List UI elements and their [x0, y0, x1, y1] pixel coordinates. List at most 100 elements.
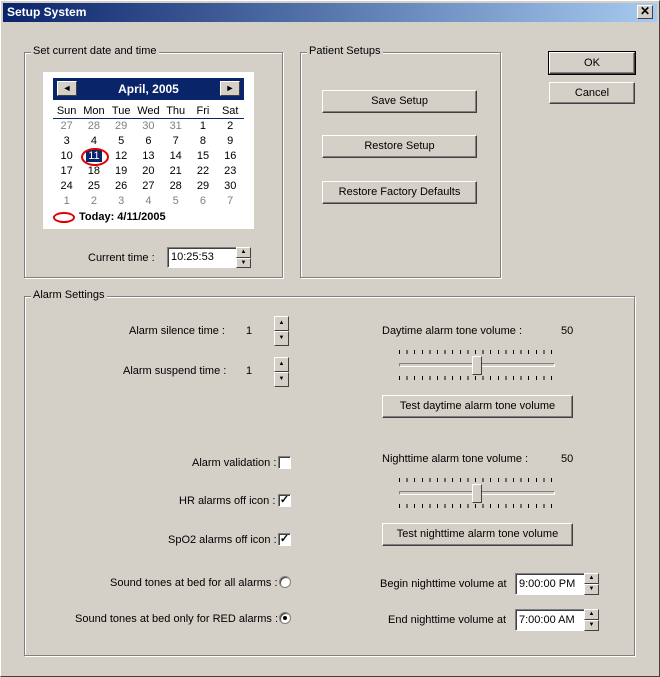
alarm-silence-value: 1: [246, 325, 253, 337]
calendar-day[interactable]: 5: [162, 194, 189, 209]
calendar-day[interactable]: 28: [162, 179, 189, 194]
calendar-day[interactable]: 11: [80, 148, 110, 166]
today-circle-icon: [53, 211, 75, 223]
nighttime-volume-value: 50: [561, 453, 574, 465]
calendar-day[interactable]: 9: [217, 134, 244, 149]
calendar-day[interactable]: 7: [217, 194, 244, 209]
spin-up-icon[interactable]: ▲: [274, 357, 289, 372]
calendar-day[interactable]: 20: [135, 164, 162, 179]
calendar-day[interactable]: 15: [189, 149, 216, 164]
calendar-day[interactable]: 12: [108, 149, 135, 164]
calendar-day[interactable]: 26: [108, 179, 135, 194]
test-nighttime-volume-button[interactable]: Test nighttime alarm tone volume: [382, 523, 573, 546]
spin-down-icon[interactable]: ▼: [236, 257, 251, 268]
calendar-day-number: 22: [196, 165, 210, 177]
calendar-day[interactable]: 29: [108, 119, 135, 134]
calendar-day-number: 28: [169, 180, 182, 192]
slider-thumb[interactable]: [472, 484, 482, 503]
calendar-day[interactable]: 1: [53, 194, 80, 209]
alarm-validation-label: Alarm validation :: [192, 457, 277, 469]
calendar-day[interactable]: 6: [135, 134, 162, 149]
calendar-day[interactable]: 30: [217, 179, 244, 194]
daytime-volume-slider[interactable]: [399, 350, 555, 380]
patient-setups-group: Patient Setups: [300, 45, 501, 278]
month-calendar[interactable]: ◄ April, 2005 ► Sun Mon Tue Wed Thu Fri Sat 27 2…: [43, 72, 254, 229]
calendar-day[interactable]: 19: [108, 164, 135, 179]
spin-down-icon[interactable]: ▼: [584, 620, 599, 631]
restore-factory-defaults-button[interactable]: Restore Factory Defaults: [322, 181, 477, 204]
calendar-day[interactable]: 24: [53, 179, 80, 194]
current-time-field[interactable]: 10:25:53: [167, 247, 237, 268]
calendar-day-number: 6: [199, 195, 207, 207]
nighttime-volume-slider[interactable]: [399, 478, 555, 508]
calendar-day[interactable]: 7: [162, 134, 189, 149]
end-nighttime-field[interactable]: 7:00:00 AM: [515, 609, 585, 631]
restore-setup-button[interactable]: Restore Setup: [322, 135, 477, 158]
calendar-day[interactable]: 1: [189, 119, 216, 134]
calendar-day[interactable]: 10: [53, 149, 80, 164]
begin-nighttime-field[interactable]: 9:00:00 PM: [515, 573, 585, 595]
calendar-day[interactable]: 28: [80, 119, 107, 134]
calendar-day[interactable]: 21: [162, 164, 189, 179]
alarm-validation-checkbox[interactable]: [278, 456, 291, 469]
calendar-day[interactable]: 3: [108, 194, 135, 209]
calendar-day[interactable]: 25: [80, 179, 107, 194]
slider-thumb[interactable]: [472, 356, 482, 375]
test-daytime-volume-button[interactable]: Test daytime alarm tone volume: [382, 395, 573, 418]
spin-up-icon[interactable]: ▲: [584, 573, 599, 584]
current-time-label: Current time :: [88, 252, 155, 264]
calendar-day[interactable]: 5: [108, 134, 135, 149]
calendar-day-number: 3: [63, 135, 70, 147]
end-nighttime-spinner[interactable]: ▲ ▼: [584, 609, 599, 631]
spin-up-icon[interactable]: ▲: [584, 609, 599, 620]
calendar-day[interactable]: 2: [217, 119, 244, 134]
calendar-day-number: 5: [172, 195, 179, 207]
calendar-day[interactable]: 27: [135, 179, 162, 194]
calendar-day[interactable]: 13: [135, 149, 162, 164]
alarm-suspend-spinner[interactable]: ▲ ▼: [274, 357, 289, 387]
close-icon[interactable]: ✕: [637, 5, 653, 19]
calendar-today-line[interactable]: Today: 4/11/2005: [53, 211, 166, 223]
spin-up-icon[interactable]: ▲: [236, 247, 251, 258]
alarm-silence-spinner[interactable]: ▲ ▼: [274, 316, 289, 346]
daytime-volume-value: 50: [561, 325, 574, 337]
calendar-day[interactable]: 8: [189, 134, 216, 149]
calendar-day[interactable]: 17: [53, 164, 80, 179]
calendar-day[interactable]: 31: [162, 119, 189, 134]
calendar-today-text: Today: 4/11/2005: [79, 211, 166, 223]
calendar-day-number: 10: [60, 150, 73, 162]
calendar-day[interactable]: 29: [189, 179, 216, 194]
spin-down-icon[interactable]: ▼: [274, 331, 289, 346]
calendar-day-number: 13: [142, 150, 155, 162]
save-setup-button[interactable]: Save Setup: [322, 90, 477, 113]
calendar-day-number: 31: [169, 120, 182, 132]
calendar-day[interactable]: 4: [135, 194, 162, 209]
spin-up-icon[interactable]: ▲: [274, 316, 289, 331]
calendar-day[interactable]: 3: [53, 134, 80, 149]
spo2-alarms-off-icon-checkbox[interactable]: ✓: [278, 533, 291, 546]
prev-month-icon[interactable]: ◄: [57, 81, 77, 96]
calendar-day[interactable]: 2: [80, 194, 107, 209]
spin-down-icon[interactable]: ▼: [274, 372, 289, 387]
current-time-spinner[interactable]: ▲ ▼: [236, 247, 251, 268]
next-month-icon[interactable]: ►: [220, 81, 240, 96]
hr-alarms-off-icon-checkbox[interactable]: ✓: [278, 494, 291, 507]
cancel-button[interactable]: Cancel: [549, 82, 635, 104]
ok-button[interactable]: OK: [548, 51, 636, 75]
calendar-header: ◄ April, 2005 ►: [53, 78, 244, 100]
calendar-day[interactable]: 16: [217, 149, 244, 164]
calendar-day[interactable]: 23: [217, 164, 244, 179]
calendar-day[interactable]: 14: [162, 149, 189, 164]
begin-nighttime-spinner[interactable]: ▲ ▼: [584, 573, 599, 595]
calendar-day-number: 9: [227, 135, 234, 147]
spo2-alarms-off-icon-label: SpO2 alarms off icon :: [168, 534, 277, 546]
calendar-day[interactable]: 22: [189, 164, 216, 179]
calendar-day[interactable]: 27: [53, 119, 80, 134]
spin-down-icon[interactable]: ▼: [584, 584, 599, 595]
calendar-day[interactable]: 18: [80, 164, 107, 179]
calendar-day[interactable]: 30: [135, 119, 162, 134]
sound-red-alarms-radio[interactable]: [279, 612, 291, 624]
calendar-day[interactable]: 4: [80, 134, 107, 149]
sound-all-alarms-radio[interactable]: [279, 576, 291, 588]
calendar-day[interactable]: 6: [189, 194, 216, 209]
